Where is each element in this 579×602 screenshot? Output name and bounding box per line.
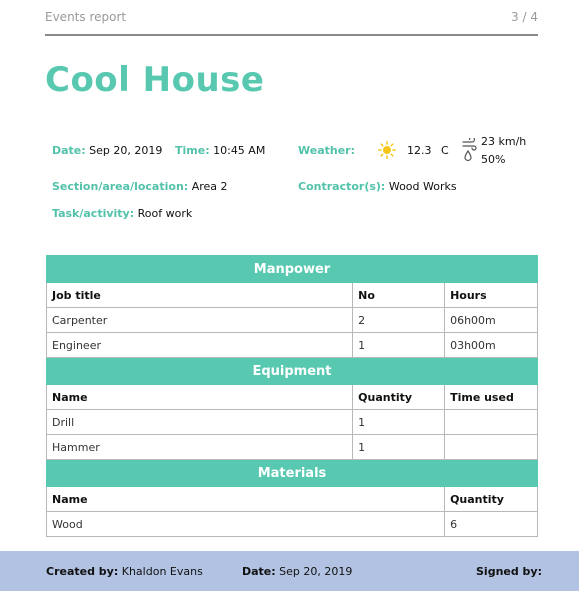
task-label: Task/activity: <box>52 207 135 220</box>
table-row: Wood 6 <box>45 511 538 537</box>
task-field: Task/activity: Roof work <box>52 207 192 220</box>
footer-date-label: Date: <box>242 565 276 578</box>
table-row: Hammer 1 <box>45 434 538 460</box>
table-cell: 1 <box>352 332 446 358</box>
document-title: Events report <box>45 10 127 24</box>
column-header: Time used <box>444 384 538 410</box>
table-cell <box>444 434 538 460</box>
table-cell: Engineer <box>45 332 354 358</box>
table-row: Carpenter 2 06h00m <box>45 307 538 333</box>
table-cell: Carpenter <box>45 307 354 333</box>
column-header: Quantity <box>352 384 446 410</box>
created-by-label: Created by: <box>46 565 119 578</box>
date-label: Date: <box>52 144 86 157</box>
table-row: Engineer 1 03h00m <box>45 332 538 358</box>
column-header: Hours <box>444 282 538 308</box>
time-value: 10:45 AM <box>213 144 266 157</box>
task-value: Roof work <box>137 207 193 220</box>
column-header: Name <box>45 384 354 410</box>
table-row: Drill 1 <box>45 409 538 435</box>
humidity: 50% <box>481 153 506 166</box>
section-label: Section/area/location: <box>52 180 189 193</box>
temperature-value: 12.3 <box>407 144 432 157</box>
wind-icon <box>462 138 477 162</box>
equipment-title: Equipment <box>46 357 538 385</box>
section-value: Area 2 <box>191 180 228 193</box>
manpower-header-row: Job title No Hours <box>45 282 538 308</box>
contractor-label: Contractor(s): <box>298 180 386 193</box>
temperature-unit: C <box>441 144 449 157</box>
materials-title: Materials <box>46 459 538 487</box>
contractor-field: Contractor(s): Wood Works <box>298 180 457 193</box>
column-header: Job title <box>45 282 354 308</box>
table-cell: Wood <box>45 511 446 537</box>
table-cell: 06h00m <box>444 307 538 333</box>
created-by-value: Khaldon Evans <box>121 565 203 578</box>
table-cell: 1 <box>352 409 446 435</box>
table-cell: 03h00m <box>444 332 538 358</box>
table-cell: Drill <box>45 409 354 435</box>
column-header: No <box>352 282 446 308</box>
sun-icon <box>378 141 396 159</box>
contractor-value: Wood Works <box>388 180 457 193</box>
equipment-section-header: Equipment <box>46 357 538 385</box>
time-field: Time: 10:45 AM <box>175 144 265 157</box>
table-cell: 6 <box>444 511 538 537</box>
report-header: Events report 3 / 4 <box>45 10 538 36</box>
footer-date-value: Sep 20, 2019 <box>279 565 353 578</box>
project-title: Cool House <box>45 60 265 100</box>
page-number: 3 / 4 <box>511 10 538 24</box>
column-header: Name <box>45 486 446 512</box>
table-cell <box>444 409 538 435</box>
created-by-field: Created by: Khaldon Evans <box>46 565 203 578</box>
materials-section-header: Materials <box>46 459 538 487</box>
wind-speed: 23 km/h <box>481 135 527 148</box>
weather-field: Weather: <box>298 144 355 157</box>
signed-by-field: Signed by: <box>476 565 542 578</box>
date-value: Sep 20, 2019 <box>89 144 163 157</box>
signed-by-label: Signed by: <box>476 565 543 578</box>
section-field: Section/area/location: Area 2 <box>52 180 228 193</box>
date-field: Date: Sep 20, 2019 <box>52 144 162 157</box>
footer-date-field: Date: Sep 20, 2019 <box>242 565 352 578</box>
column-header: Quantity <box>444 486 538 512</box>
report-table: Manpower Job title No Hours Carpenter 2 … <box>45 255 538 537</box>
time-label: Time: <box>175 144 210 157</box>
weather-label: Weather: <box>298 144 355 157</box>
table-cell: 1 <box>352 434 446 460</box>
table-cell: Hammer <box>45 434 354 460</box>
table-cell: 2 <box>352 307 446 333</box>
manpower-title: Manpower <box>46 255 538 283</box>
manpower-section-header: Manpower <box>46 255 538 283</box>
materials-header-row: Name Quantity <box>45 486 538 512</box>
report-footer: Created by: Khaldon Evans Date: Sep 20, … <box>0 551 579 591</box>
equipment-header-row: Name Quantity Time used <box>45 384 538 410</box>
temperature-field: 12.3 C <box>407 144 449 157</box>
